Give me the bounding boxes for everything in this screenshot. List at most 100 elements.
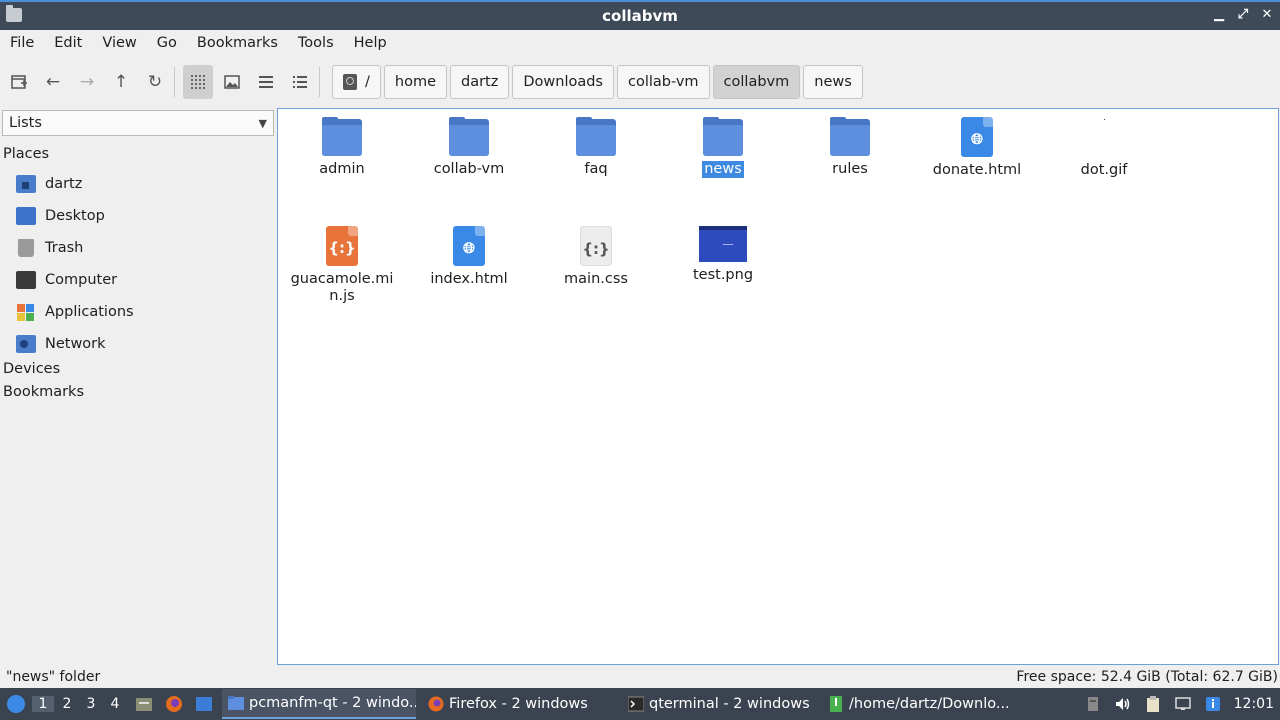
quicklaunch-desktop[interactable] [192, 692, 216, 716]
desktop-switch-2[interactable]: 2 [56, 696, 78, 712]
status-bar: "news" folder Free space: 52.4 GiB (Tota… [0, 667, 1280, 688]
file-item[interactable]: collab-vm [409, 117, 529, 178]
up-arrow-icon[interactable]: ↑ [106, 65, 136, 99]
file-item[interactable]: rules [790, 117, 910, 178]
firefox-icon [428, 696, 444, 712]
file-item[interactable]: admin [282, 117, 402, 178]
task-qterminal[interactable]: qterminal - 2 windows [622, 689, 816, 719]
usb-drive-icon[interactable] [1084, 695, 1102, 713]
status-selection: "news" folder [6, 669, 101, 685]
task-firefox[interactable]: Firefox - 2 windows [422, 689, 616, 719]
file-item[interactable]: test.png [663, 226, 783, 284]
menu-bookmarks[interactable]: Bookmarks [197, 35, 278, 51]
file-name: dot.gif [1080, 162, 1128, 178]
detailed-list-view-icon[interactable] [285, 65, 315, 99]
info-notification-icon[interactable] [1204, 695, 1222, 713]
minimize-icon[interactable]: ▁ [1212, 7, 1226, 22]
quicklaunch-files[interactable] [132, 692, 156, 716]
folder-icon [322, 117, 362, 156]
file-name: main.css [564, 271, 628, 287]
sidebar-item-desktop[interactable]: Desktop [16, 204, 105, 228]
menu-go[interactable]: Go [157, 35, 177, 51]
sidebar-mode-value: Lists [9, 115, 42, 131]
terminal-icon [628, 696, 644, 712]
firefox-icon [166, 696, 182, 712]
clock[interactable]: 12:01 [1234, 696, 1274, 712]
clipboard-icon[interactable] [1144, 695, 1162, 713]
gif-image-icon [1084, 117, 1124, 157]
file-name: faq [584, 161, 608, 177]
folder-icon [576, 117, 616, 156]
breadcrumb-root[interactable]: / [332, 65, 381, 99]
css-file-icon: {:} [580, 226, 612, 266]
file-item[interactable]: {:} guacamole.min.js [282, 226, 402, 305]
file-item[interactable]: dot.gif [1044, 117, 1164, 179]
file-item[interactable]: faq [536, 117, 656, 178]
new-tab-icon[interactable] [4, 65, 34, 99]
window-titlebar[interactable]: collabvm ▁ ⤢ ✕ [0, 0, 1280, 30]
breadcrumb-home[interactable]: home [383, 65, 447, 99]
volume-icon[interactable] [1114, 695, 1132, 713]
file-name: rules [832, 161, 868, 177]
close-icon[interactable]: ✕ [1260, 7, 1274, 22]
sidebar-mode-select[interactable]: Lists ▼ [2, 110, 274, 136]
sidebar-item-applications[interactable]: Applications [16, 300, 134, 324]
sidebar-item-label: Applications [45, 304, 134, 320]
quicklaunch-firefox[interactable] [162, 692, 186, 716]
menu-help[interactable]: Help [354, 35, 387, 51]
network-status-icon[interactable] [1174, 695, 1192, 713]
file-manager-icon [136, 698, 152, 711]
menu-edit[interactable]: Edit [54, 35, 82, 51]
computer-icon [16, 271, 36, 289]
bookmarks-header[interactable]: Bookmarks [3, 384, 84, 400]
task-archive[interactable]: /home/dartz/Downlo... [822, 689, 1016, 719]
html-file-icon: 🌐︎ [453, 226, 485, 266]
back-arrow-icon[interactable]: ← [38, 65, 68, 99]
sidebar-item-label: Trash [45, 240, 84, 256]
breadcrumb-downloads[interactable]: Downloads [512, 65, 614, 99]
thumbnail-view-icon[interactable] [217, 65, 247, 99]
menu-bar: File Edit View Go Bookmarks Tools Help [0, 30, 1280, 56]
file-view[interactable]: admin collab-vm faq news rules 🌐︎ donate… [277, 108, 1279, 665]
file-item-selected[interactable]: news [663, 117, 783, 178]
compact-view-icon[interactable] [251, 65, 281, 99]
breadcrumb-dartz[interactable]: dartz [450, 65, 510, 99]
places-header[interactable]: Places [3, 146, 49, 162]
chevron-down-icon: ▼ [258, 116, 267, 130]
taskbar: 1 2 3 4 pcmanfm-qt - 2 windo... Firefox … [0, 688, 1280, 720]
forward-arrow-icon[interactable]: → [72, 65, 102, 99]
status-free-space: Free space: 52.4 GiB (Total: 62.7 GiB) [1016, 669, 1278, 685]
icon-view-icon[interactable] [183, 65, 213, 99]
devices-header[interactable]: Devices [3, 361, 60, 377]
maximize-icon[interactable]: ⤢ [1236, 7, 1250, 22]
trash-icon [18, 239, 34, 257]
breadcrumb-collabvm[interactable]: collabvm [712, 65, 801, 99]
folder-icon [703, 117, 743, 156]
desktop-switch-1[interactable]: 1 [32, 696, 54, 712]
file-item[interactable]: {:} main.css [536, 226, 656, 288]
window-title: collabvm [602, 7, 678, 25]
archive-icon [830, 696, 842, 712]
task-pcmanfm[interactable]: pcmanfm-qt - 2 windo... [222, 689, 416, 719]
start-menu-button[interactable] [2, 690, 30, 718]
task-label: qterminal - 2 windows [649, 696, 810, 712]
file-item[interactable]: 🌐︎ index.html [409, 226, 529, 288]
sidebar-item-trash[interactable]: Trash [16, 236, 83, 260]
desktop-icon [16, 207, 36, 225]
breadcrumb-collab-vm[interactable]: collab-vm [617, 65, 710, 99]
file-item[interactable]: 🌐︎ donate.html [917, 117, 1037, 179]
html-file-icon: 🌐︎ [961, 117, 993, 157]
file-name: news [702, 161, 744, 178]
desktop-switch-3[interactable]: 3 [80, 696, 102, 712]
sidebar-item-network[interactable]: Network [16, 332, 106, 356]
path-breadcrumb: / home dartz Downloads collab-vm collabv… [332, 65, 866, 99]
menu-tools[interactable]: Tools [298, 35, 334, 51]
breadcrumb-news[interactable]: news [803, 65, 863, 99]
sidebar-item-computer[interactable]: Computer [16, 268, 117, 292]
sidebar-item-label: dartz [45, 176, 83, 192]
desktop-switch-4[interactable]: 4 [104, 696, 126, 712]
menu-view[interactable]: View [102, 35, 136, 51]
sidebar-item-dartz[interactable]: dartz [16, 172, 82, 196]
reload-icon[interactable]: ↻ [140, 65, 170, 99]
menu-file[interactable]: File [10, 35, 34, 51]
